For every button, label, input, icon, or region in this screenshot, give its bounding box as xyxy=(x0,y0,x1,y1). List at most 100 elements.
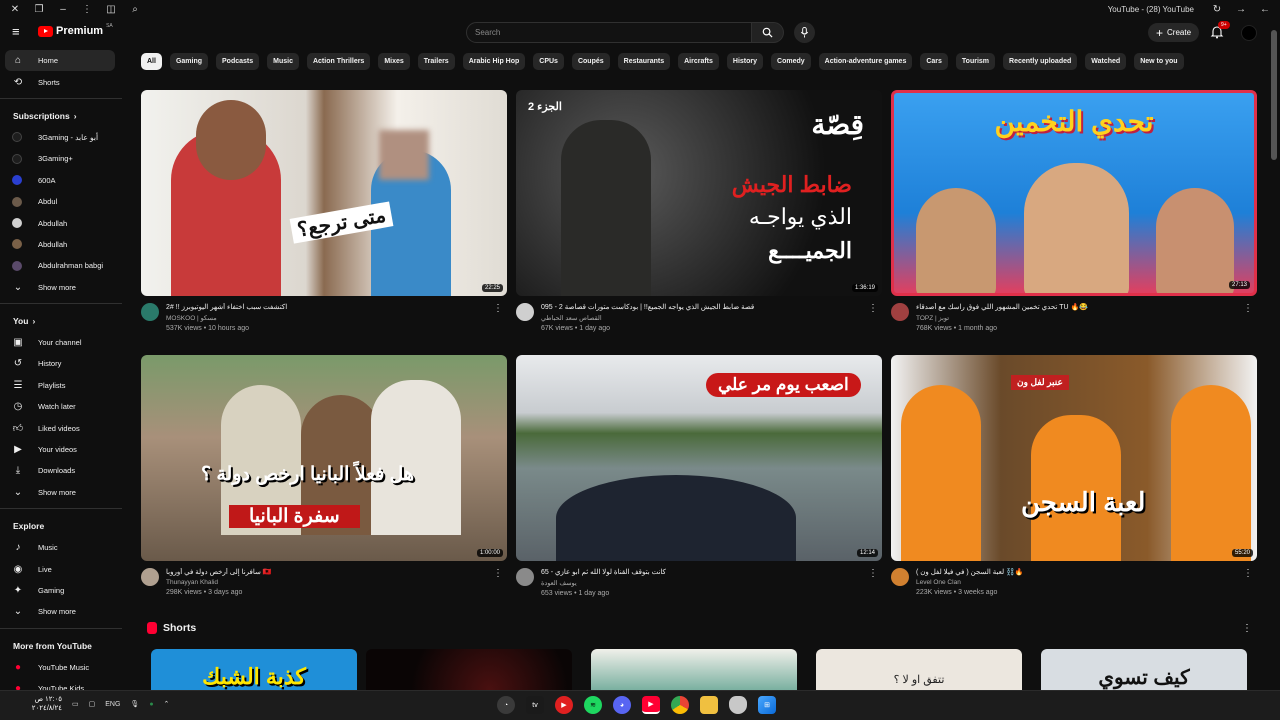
sidebar-item-subscription[interactable]: Abdullah xyxy=(0,212,122,233)
chip-history[interactable]: History xyxy=(726,53,764,70)
chip-comedy[interactable]: Comedy xyxy=(771,53,811,70)
chip-arabic-hip-hop[interactable]: Arabic Hip Hop xyxy=(462,53,526,70)
chip-aircrafts[interactable]: Aircrafts xyxy=(678,53,719,70)
app-spotify-icon[interactable]: ≋ xyxy=(584,696,602,714)
more-actions-icon[interactable]: ⋮ xyxy=(868,568,878,579)
show-more-explore[interactable]: ⌄ Show more xyxy=(0,601,122,622)
reload-icon[interactable]: ↻ xyxy=(1210,2,1224,16)
sidebar-item-subscription[interactable]: Abdul xyxy=(0,191,122,212)
app-youtube-icon[interactable]: ▶ xyxy=(555,696,573,714)
channel-avatar[interactable] xyxy=(141,303,159,321)
more-actions-icon[interactable]: ⋮ xyxy=(493,303,503,314)
sidebar-item-downloads[interactable]: ⤓ Downloads xyxy=(0,460,122,481)
video-title[interactable]: 65 - كانت بتوقف القناة لولا الله ثم ابو … xyxy=(541,568,861,577)
subscriptions-heading[interactable]: Subscriptions › xyxy=(0,105,122,127)
chip-music[interactable]: Music xyxy=(267,53,299,70)
more-actions-icon[interactable]: ⋮ xyxy=(868,303,878,314)
channel-avatar[interactable] xyxy=(891,303,909,321)
video-thumbnail[interactable]: الجزء 2 قِصّة ضابط الجيش الذي يواجـه الج… xyxy=(516,90,882,296)
sidebar-item-subscription[interactable]: Abdulrahman babgi xyxy=(0,255,122,276)
voice-search-button[interactable] xyxy=(794,22,815,43)
channel-avatar[interactable] xyxy=(516,568,534,586)
chip-mixes[interactable]: Mixes xyxy=(378,53,410,70)
short-card[interactable] xyxy=(591,649,797,690)
chevron-up-icon[interactable]: ⌃ xyxy=(164,700,170,708)
extensions-icon[interactable]: ◫ xyxy=(104,2,118,16)
video-title[interactable]: 095 - 2 قصة ضابط الجيش الذي يواجه الجميع… xyxy=(541,303,861,312)
video-thumbnail[interactable]: اصعب يوم مر علي 12:14 xyxy=(516,355,882,561)
sidebar-item-history[interactable]: ↺ History xyxy=(0,353,122,374)
more-actions-icon[interactable]: ⋮ xyxy=(1243,303,1253,314)
chip-podcasts[interactable]: Podcasts xyxy=(216,53,260,70)
short-card[interactable]: تتفق او لا ؟ xyxy=(816,649,1022,690)
sidebar-item-shorts[interactable]: ⟲ Shorts xyxy=(0,71,122,92)
short-thumbnail[interactable]: كيف تسوي xyxy=(1041,649,1247,690)
channel-avatar[interactable] xyxy=(516,303,534,321)
short-thumbnail[interactable]: تتفق او لا ؟ xyxy=(816,649,1022,690)
show-more-you[interactable]: ⌄ Show more xyxy=(0,482,122,503)
chip-action-adventure-games[interactable]: Action-adventure games xyxy=(818,53,913,70)
channel-name[interactable]: يوسف العودة xyxy=(541,579,861,587)
app-chrome-icon[interactable] xyxy=(671,696,689,714)
forward-icon[interactable]: → xyxy=(1234,2,1248,16)
video-title[interactable]: اكتشفت سبب اختفاء أشهر اليوتيوبرز !! #2 xyxy=(166,303,486,312)
more-actions-icon[interactable]: ⋮ xyxy=(1243,568,1253,579)
more-actions-icon[interactable]: ⋮ xyxy=(1242,623,1252,634)
create-button[interactable]: + Create xyxy=(1148,23,1200,42)
chip-watched[interactable]: Watched xyxy=(1085,53,1127,70)
sidebar-item-youtube-music[interactable]: ● YouTube Music xyxy=(0,657,122,678)
short-card[interactable]: كيف تسوي xyxy=(1041,649,1247,690)
start-menu-icon[interactable]: ⊞ xyxy=(758,696,776,714)
chip-trailers[interactable]: Trailers xyxy=(417,53,455,70)
sidebar-item-subscription[interactable]: 3Gaming - أبو عابد xyxy=(0,127,122,148)
restore-icon[interactable]: ❐ xyxy=(32,2,46,16)
menu-icon[interactable]: ≡ xyxy=(12,25,26,39)
minimize-icon[interactable]: – xyxy=(56,2,70,16)
close-icon[interactable]: ✕ xyxy=(8,2,22,16)
short-thumbnail[interactable] xyxy=(366,649,572,690)
chip-gaming[interactable]: Gaming xyxy=(169,53,209,70)
account-avatar[interactable] xyxy=(1241,25,1257,41)
channel-name[interactable]: MOSKOO | مسكو xyxy=(166,314,486,322)
you-heading[interactable]: You › xyxy=(0,310,122,332)
short-thumbnail[interactable]: كذبة الشبك xyxy=(151,649,357,690)
search-button[interactable] xyxy=(752,22,784,43)
language-indicator[interactable]: ENG xyxy=(105,701,120,708)
sidebar-item-your-videos[interactable]: ▶ Your videos xyxy=(0,439,122,460)
taskbar-clock[interactable]: ١٢:٠٥ ص ٢٠٢٤/٨/٢٤ xyxy=(4,695,62,713)
app-security-icon[interactable] xyxy=(729,696,747,714)
sidebar-item-subscription[interactable]: Abdullah xyxy=(0,234,122,255)
video-thumbnail[interactable]: متى ترجع؟ 22:25 xyxy=(141,90,507,296)
video-card[interactable]: هل فعلاً البانيا ارخص دولة ؟ سفرة الباني… xyxy=(141,355,507,596)
sidebar-item-liked-videos[interactable]: 👍︎ Liked videos xyxy=(0,417,122,438)
channel-name[interactable]: TOPZ | توبز xyxy=(916,314,1236,322)
channel-name[interactable]: القصاص سعد الحباطي xyxy=(541,314,861,322)
display-icon[interactable]: ▢ xyxy=(89,700,96,708)
channel-avatar[interactable] xyxy=(141,568,159,586)
sidebar-item-music[interactable]: ♪ Music xyxy=(0,537,122,558)
app-tv-icon[interactable]: tv xyxy=(526,696,544,714)
sidebar-item-home[interactable]: ⌂ Home xyxy=(5,50,115,72)
sidebar-item-subscription[interactable]: 600A xyxy=(0,170,122,191)
video-title[interactable]: سافرنا إلى أرخص دولة في أوروبا 🇦🇱 xyxy=(166,568,486,577)
chip-coup-s[interactable]: Coupés xyxy=(571,53,610,70)
battery-icon[interactable]: ▭ xyxy=(72,700,79,708)
video-card[interactable]: تحدي التخمين 27:13 تحدي تخمين المشهور ال… xyxy=(891,90,1257,332)
video-thumbnail[interactable]: تحدي التخمين 27:13 xyxy=(891,90,1257,296)
show-more-subscriptions[interactable]: ⌄ Show more xyxy=(0,277,122,298)
chip-recently-uploaded[interactable]: Recently uploaded xyxy=(1003,53,1078,70)
video-title[interactable]: تحدي تخمين المشهور اللي فوق راسك مع أصدق… xyxy=(916,303,1236,312)
sidebar-item-live[interactable]: ◉ Live xyxy=(0,558,122,579)
chip-tourism[interactable]: Tourism xyxy=(955,53,996,70)
app-discord-icon[interactable]: ◕ xyxy=(613,696,631,714)
chip-cars[interactable]: Cars xyxy=(920,53,948,70)
video-thumbnail[interactable]: عنبر لفل ون لعبة السجن 55:20 xyxy=(891,355,1257,561)
chip-action-thrillers[interactable]: Action Thrillers xyxy=(306,53,371,70)
chip-cpus[interactable]: CPUs xyxy=(533,53,564,70)
channel-name[interactable]: Level One Clan xyxy=(916,579,1236,586)
channel-name[interactable]: Thunayyan Khalid xyxy=(166,579,486,586)
app-yt-premium-icon[interactable]: ▶ xyxy=(642,696,660,714)
video-card[interactable]: عنبر لفل ون لعبة السجن 55:20 لعبة السجن … xyxy=(891,355,1257,596)
video-title[interactable]: لعبة السجن ( في فيلا لفل ون ) ⛓️🔥 xyxy=(916,568,1236,577)
short-card[interactable] xyxy=(366,649,572,690)
